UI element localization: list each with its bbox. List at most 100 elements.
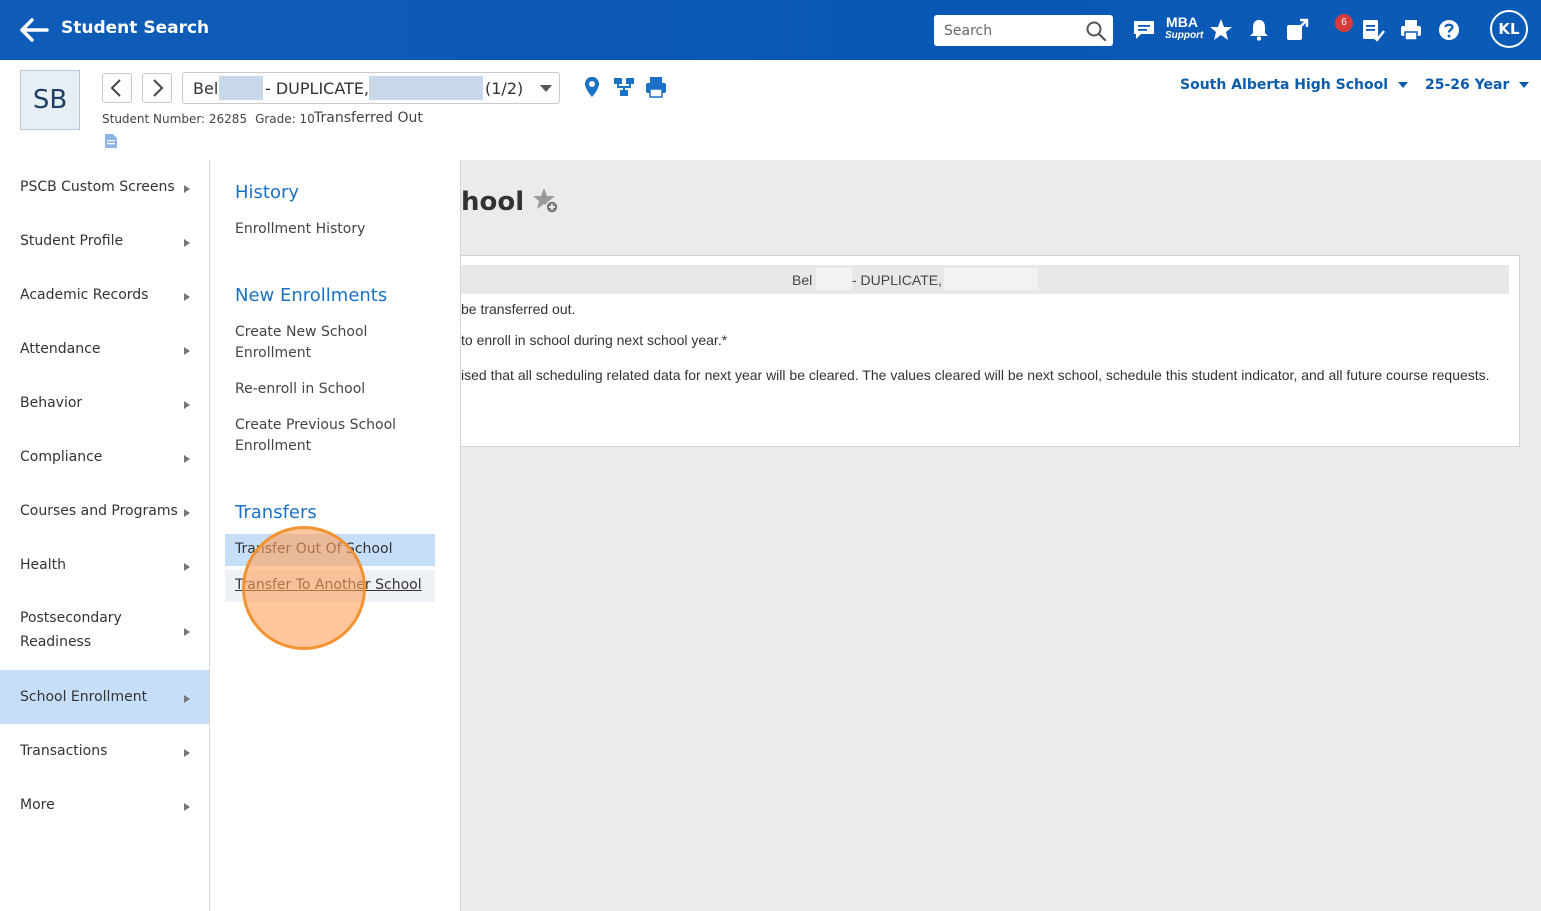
next-student-button[interactable] xyxy=(142,73,172,103)
enrollment-status: Transferred Out xyxy=(314,110,423,126)
warning-line-1: be transferred out. xyxy=(461,301,576,317)
enrollment-history-link[interactable]: Enrollment History xyxy=(235,219,435,240)
redacted-block xyxy=(944,268,1038,290)
bell-icon[interactable] xyxy=(1246,17,1272,43)
nav-item-transactions[interactable]: Transactions xyxy=(0,738,209,792)
mba-support-button[interactable]: MBA Support xyxy=(1165,14,1204,42)
nav-item-postsecondary-readiness[interactable]: Postsecondary Readiness xyxy=(0,606,209,670)
transfer-out-of-school-link[interactable]: Transfer Out Of School xyxy=(225,534,435,566)
chevron-right-icon xyxy=(184,563,190,571)
student-avatar: SB xyxy=(20,70,80,130)
panel-student-suffix: - DUPLICATE, xyxy=(852,272,942,288)
notification-badge: 6 xyxy=(1335,14,1353,32)
school-selector[interactable]: South Alberta High School xyxy=(1180,77,1409,93)
student-grade: Grade: 10 xyxy=(255,112,315,126)
student-name-suffix: - DUPLICATE, xyxy=(265,79,370,98)
transfer-to-another-school-link[interactable]: Transfer To Another School xyxy=(225,570,435,602)
nav-item-label: School Enrollment xyxy=(20,689,148,705)
panel-header: Bel - DUPLICATE, xyxy=(461,265,1509,294)
history-heading: History xyxy=(235,182,300,203)
family-tree-icon[interactable] xyxy=(612,75,636,99)
search-icon[interactable] xyxy=(1085,20,1107,42)
chevron-right-icon xyxy=(184,695,190,703)
nav-item-label: Courses and Programs xyxy=(20,503,178,519)
external-link-icon[interactable] xyxy=(1284,17,1310,43)
nav-item-attendance[interactable]: Attendance xyxy=(0,336,209,390)
reenroll-in-school-link[interactable]: Re-enroll in School xyxy=(235,379,435,400)
nav-item-label-line1: Postsecondary xyxy=(20,610,122,626)
student-counter: (1/2) xyxy=(485,79,524,98)
document-icon[interactable] xyxy=(104,133,118,149)
transfer-out-label: Transfer Out Of School xyxy=(235,541,393,557)
chevron-right-icon xyxy=(184,185,190,193)
chevron-right-icon xyxy=(153,79,164,97)
mba-label: MBA xyxy=(1166,14,1198,30)
back-arrow-icon[interactable] xyxy=(18,14,50,46)
nav-item-courses-and-programs[interactable]: Courses and Programs xyxy=(0,498,209,552)
chevron-left-icon xyxy=(110,79,121,97)
chevron-right-icon xyxy=(184,455,190,463)
chevron-right-icon xyxy=(184,749,190,757)
location-pin-icon[interactable] xyxy=(580,75,604,99)
redacted-block xyxy=(369,76,483,100)
transfer-panel: Bel - DUPLICATE, be transferred out. to … xyxy=(461,255,1520,447)
redacted-block xyxy=(219,76,263,100)
chevron-right-icon xyxy=(184,239,190,247)
create-new-school-enrollment-link[interactable]: Create New School Enrollment xyxy=(235,322,395,364)
print-icon[interactable] xyxy=(644,75,668,99)
nav-item-label: Student Profile xyxy=(20,233,124,249)
star-icon[interactable] xyxy=(1208,17,1234,43)
search-box xyxy=(934,15,1113,46)
add-favorite-icon[interactable] xyxy=(531,186,561,216)
nav-item-label: Attendance xyxy=(20,341,101,357)
nav-item-label-line2: Readiness xyxy=(20,634,92,650)
nav-item-school-enrollment[interactable]: School Enrollment xyxy=(0,670,209,724)
panel-student-name: Bel xyxy=(792,272,813,288)
previous-student-button[interactable] xyxy=(102,73,132,103)
year-label: 25-26 Year xyxy=(1425,77,1510,93)
chevron-down-icon xyxy=(1519,82,1530,88)
student-selector[interactable]: Bel - DUPLICATE, (1/2) xyxy=(182,72,560,104)
nav-item-label: Transactions xyxy=(20,743,108,759)
student-meta: Student Number: 26285 Grade: 10 xyxy=(102,112,323,126)
support-label: Support xyxy=(1165,30,1204,41)
transfers-heading: Transfers xyxy=(235,502,317,523)
warning-line-3: ised that all scheduling related data fo… xyxy=(461,367,1490,383)
nav-item-student-profile[interactable]: Student Profile xyxy=(0,228,209,282)
student-header: SB Bel - DUPLICATE, (1/2) Student Number… xyxy=(0,60,1541,161)
school-enrollment-flyout: History Enrollment History New Enrollmen… xyxy=(210,160,461,911)
nav-item-label: Academic Records xyxy=(20,287,149,303)
messages-icon[interactable] xyxy=(1132,17,1158,43)
nav-item-label: More xyxy=(20,797,55,813)
page-header-title: Student Search xyxy=(61,18,210,38)
search-input[interactable] xyxy=(934,15,1084,46)
nav-item-label: Compliance xyxy=(20,449,103,465)
help-icon[interactable] xyxy=(1436,17,1462,43)
nav-item-compliance[interactable]: Compliance xyxy=(0,444,209,498)
new-enrollments-heading: New Enrollments xyxy=(235,285,388,306)
nav-item-health[interactable]: Health xyxy=(0,552,209,606)
year-selector[interactable]: 25-26 Year xyxy=(1425,77,1530,93)
chevron-down-icon xyxy=(540,85,552,92)
student-number: Student Number: 26285 xyxy=(102,112,248,126)
tasks-icon[interactable] xyxy=(1360,17,1386,43)
left-navigation: PSCB Custom Screens Student Profile Acad… xyxy=(0,160,210,911)
print-icon[interactable] xyxy=(1398,17,1424,43)
page-title: hool xyxy=(461,187,525,217)
chevron-right-icon xyxy=(184,803,190,811)
chevron-right-icon xyxy=(184,628,190,636)
nav-item-behavior[interactable]: Behavior xyxy=(0,390,209,444)
chevron-right-icon xyxy=(184,509,190,517)
nav-item-more[interactable]: More xyxy=(0,792,209,846)
main-content: hool Bel - DUPLICATE, be transferred out… xyxy=(461,160,1541,911)
nav-item-label: PSCB Custom Screens xyxy=(20,179,175,195)
school-label: South Alberta High School xyxy=(1180,77,1389,93)
nav-item-academic-records[interactable]: Academic Records xyxy=(0,282,209,336)
user-avatar[interactable]: KL xyxy=(1490,10,1528,48)
create-previous-school-enrollment-link[interactable]: Create Previous School Enrollment xyxy=(235,415,415,457)
chevron-right-icon xyxy=(184,347,190,355)
transfer-to-another-label: Transfer To Another School xyxy=(235,577,422,593)
chevron-down-icon xyxy=(1398,82,1409,88)
nav-item-label: Behavior xyxy=(20,395,83,411)
nav-item-pscb-custom-screens[interactable]: PSCB Custom Screens xyxy=(0,174,209,228)
